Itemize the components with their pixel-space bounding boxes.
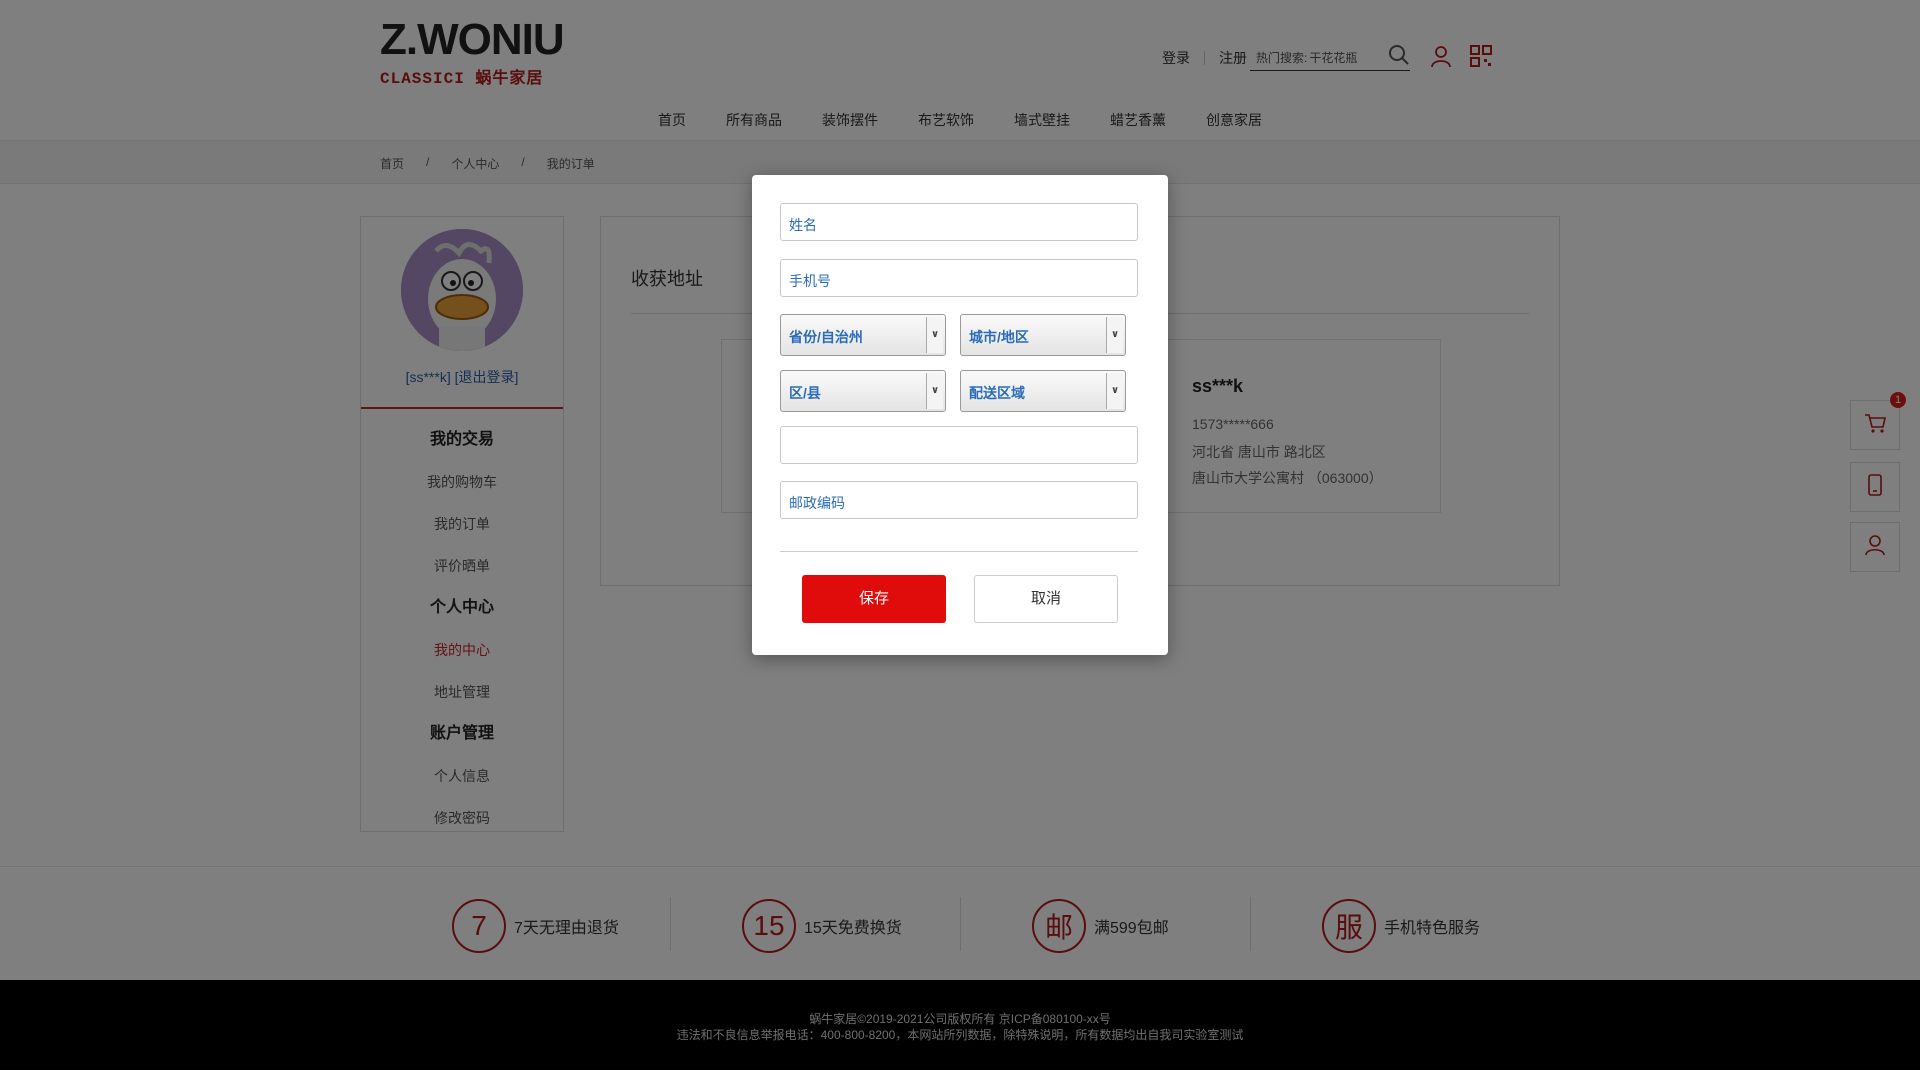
postcode-placeholder: 邮政编码: [789, 495, 845, 511]
chevron-down-icon: ∨: [926, 317, 943, 353]
phone-placeholder: 手机号: [789, 273, 831, 289]
delivery-area-select[interactable]: 配送区域 ∨: [960, 370, 1126, 412]
save-button[interactable]: 保存: [802, 575, 946, 623]
name-field[interactable]: 姓名: [780, 203, 1138, 241]
city-value: 城市/地区: [969, 329, 1029, 345]
phone-field[interactable]: 手机号: [780, 259, 1138, 297]
postcode-field[interactable]: 邮政编码: [780, 481, 1138, 519]
address-modal: 姓名 手机号 省份/自治州 ∨ 城市/地区 ∨ 区/县 ∨ 配送区域 ∨ 邮政编…: [752, 175, 1168, 655]
district-select[interactable]: 区/县 ∨: [780, 370, 946, 412]
cancel-button[interactable]: 取消: [974, 575, 1118, 623]
chevron-down-icon: ∨: [926, 373, 943, 409]
province-select[interactable]: 省份/自治州 ∨: [780, 314, 946, 356]
name-placeholder: 姓名: [789, 217, 817, 233]
chevron-down-icon: ∨: [1106, 317, 1123, 353]
district-value: 区/县: [789, 385, 821, 401]
delivery-area-value: 配送区域: [969, 385, 1025, 401]
divider: [780, 551, 1138, 552]
chevron-down-icon: ∨: [1106, 373, 1123, 409]
city-select[interactable]: 城市/地区 ∨: [960, 314, 1126, 356]
detail-address-field[interactable]: [780, 426, 1138, 464]
province-value: 省份/自治州: [789, 329, 863, 345]
